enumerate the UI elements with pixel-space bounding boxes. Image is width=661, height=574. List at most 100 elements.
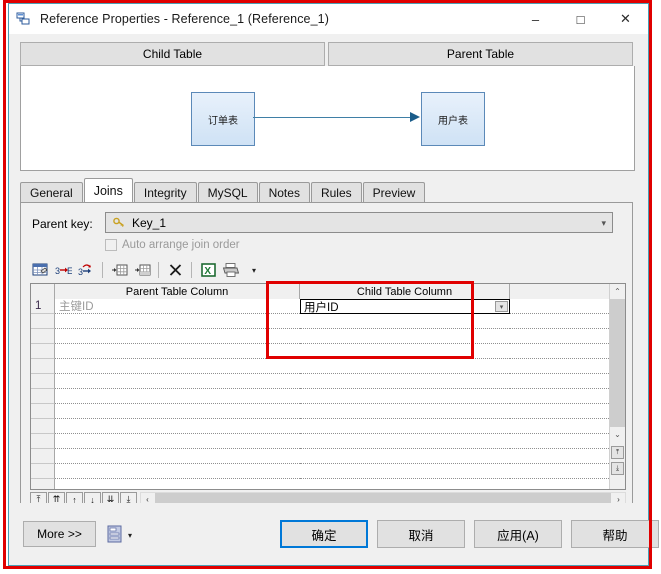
print-dropdown-icon[interactable]: ▾ [244, 261, 264, 280]
child-column-cell[interactable] [300, 374, 510, 389]
child-column-cell[interactable] [300, 419, 510, 434]
ok-button[interactable]: 确定 [280, 520, 368, 548]
table-row[interactable] [31, 359, 625, 374]
insert-row-icon[interactable] [109, 261, 129, 280]
table-row[interactable] [31, 434, 625, 449]
export-excel-icon[interactable]: X [198, 261, 218, 280]
table-row[interactable] [31, 329, 625, 344]
parent-column-cell[interactable]: 主键ID [55, 299, 300, 314]
child-column-cell[interactable] [300, 389, 510, 404]
grid-header-parent-column[interactable]: Parent Table Column [55, 284, 300, 299]
parent-column-cell[interactable] [55, 374, 300, 389]
table-row[interactable] [31, 449, 625, 464]
tab-mysql[interactable]: MySQL [197, 182, 258, 202]
add-join-icon[interactable]: 3 E [53, 261, 73, 280]
auto-arrange-row[interactable]: Auto arrange join order [105, 239, 240, 251]
child-column-cell[interactable] [300, 359, 510, 374]
child-column-cell[interactable] [300, 479, 510, 489]
table-row[interactable] [31, 419, 625, 434]
parent-column-cell[interactable] [55, 359, 300, 374]
parent-entity-box[interactable]: 用户表 [421, 92, 485, 146]
row-number[interactable] [31, 359, 55, 374]
row-number[interactable] [31, 449, 55, 464]
tab-general[interactable]: General [20, 182, 83, 202]
row-number[interactable] [31, 389, 55, 404]
scrollbar-thumb[interactable] [610, 299, 625, 427]
parent-column-cell[interactable] [55, 389, 300, 404]
close-button[interactable]: ✕ [603, 4, 648, 34]
table-row[interactable] [31, 464, 625, 479]
child-column-cell[interactable] [300, 434, 510, 449]
parent-key-combo[interactable]: Key_1 ▾ [105, 212, 613, 233]
parent-table-button[interactable]: Parent Table [328, 42, 633, 66]
table-row[interactable]: 1 主键ID 用户ID ▾ [31, 299, 625, 314]
tab-preview[interactable]: Preview [362, 182, 426, 202]
row-number[interactable]: 1 [31, 299, 55, 314]
row-number[interactable] [31, 344, 55, 359]
maximize-button[interactable]: □ [558, 4, 603, 34]
table-row[interactable] [31, 479, 625, 489]
parent-column-cell[interactable] [55, 479, 300, 489]
child-column-cell[interactable] [300, 314, 510, 329]
scroll-to-bottom-button[interactable]: ⤓ [611, 462, 624, 475]
scroll-up-icon[interactable]: ⌃ [610, 284, 625, 299]
row-number[interactable] [31, 329, 55, 344]
parent-column-cell[interactable] [55, 464, 300, 479]
row-number[interactable] [31, 479, 55, 489]
grid-header-child-column[interactable]: Child Table Column [300, 284, 510, 299]
more-button[interactable]: More >> [23, 521, 96, 547]
apply-button[interactable]: 应用(A) [474, 520, 562, 548]
remove-join-icon[interactable]: 3 [76, 261, 96, 280]
script-list-icon[interactable] [107, 525, 123, 543]
table-row[interactable] [31, 404, 625, 419]
row-number[interactable] [31, 419, 55, 434]
parent-column-cell[interactable] [55, 344, 300, 359]
child-table-button[interactable]: Child Table [20, 42, 325, 66]
row-number[interactable] [31, 404, 55, 419]
scroll-down-icon[interactable]: ⌄ [610, 427, 625, 442]
tab-joins[interactable]: Joins [83, 178, 133, 202]
relationship-diagram[interactable]: 订单表 用户表 [20, 66, 635, 171]
cancel-button[interactable]: 取消 [377, 520, 465, 548]
window-title: Reference Properties - Reference_1 (Refe… [40, 12, 329, 26]
cell-chevron-down-icon[interactable]: ▾ [495, 301, 508, 312]
child-column-cell[interactable] [300, 449, 510, 464]
child-column-cell[interactable] [300, 464, 510, 479]
parent-column-cell[interactable] [55, 434, 300, 449]
parent-column-cell[interactable] [55, 329, 300, 344]
child-column-cell[interactable] [300, 329, 510, 344]
delete-row-icon[interactable] [165, 261, 185, 280]
table-row[interactable] [31, 389, 625, 404]
child-entity-box[interactable]: 订单表 [191, 92, 255, 146]
print-icon[interactable] [221, 261, 241, 280]
tab-rules[interactable]: Rules [310, 182, 362, 202]
parent-column-cell[interactable] [55, 449, 300, 464]
table-row[interactable] [31, 344, 625, 359]
child-column-cell[interactable]: 用户ID ▾ [300, 299, 510, 314]
row-number[interactable] [31, 314, 55, 329]
row-number[interactable] [31, 434, 55, 449]
child-column-cell[interactable] [300, 344, 510, 359]
parent-column-cell[interactable] [55, 419, 300, 434]
parent-column-cell[interactable] [55, 314, 300, 329]
parent-column-cell[interactable] [55, 404, 300, 419]
child-column-cell[interactable] [300, 404, 510, 419]
chevron-down-icon[interactable]: ▾ [601, 218, 606, 229]
tab-integrity[interactable]: Integrity [133, 182, 197, 202]
scroll-to-top-button[interactable]: ⤒ [611, 446, 624, 459]
help-button[interactable]: 帮助 [571, 520, 659, 548]
minimize-button[interactable]: – [513, 4, 558, 34]
grid-filler-cell [510, 389, 625, 404]
table-row[interactable] [31, 314, 625, 329]
script-dropdown-icon[interactable]: ▾ [128, 531, 132, 540]
auto-arrange-checkbox[interactable] [105, 239, 117, 251]
row-number[interactable] [31, 374, 55, 389]
join-columns-grid[interactable]: Parent Table Column Child Table Column 1… [30, 283, 626, 490]
table-row[interactable] [31, 374, 625, 389]
edit-grid-icon[interactable] [30, 261, 50, 280]
row-number[interactable] [31, 464, 55, 479]
grid-vertical-scrollbar[interactable]: ⌃ ⌄ ⤒ ⤓ [609, 284, 625, 489]
tab-notes[interactable]: Notes [258, 182, 310, 202]
append-row-icon[interactable] [132, 261, 152, 280]
dialog-footer: More >> ▾ 确定 取消 应用(A) 帮助 [9, 503, 659, 565]
